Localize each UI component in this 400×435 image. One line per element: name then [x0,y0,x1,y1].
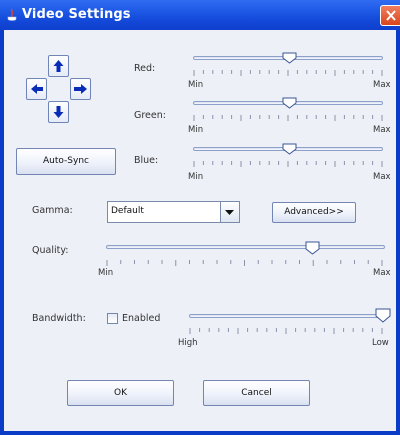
quality-slider-ticks [106,260,383,266]
green-slider-ticks [193,115,383,121]
red-slider-thumb[interactable] [282,52,297,64]
quality-label: Quality: [32,245,69,256]
move-right-button[interactable] [70,78,91,100]
blue-slider-ticks [193,161,383,167]
gamma-label: Gamma: [32,205,73,216]
title-bar[interactable]: Video Settings [0,0,400,30]
blue-label: Blue: [134,155,159,166]
bandwidth-enabled-label[interactable]: Enabled [122,313,160,324]
move-left-button[interactable] [26,78,47,100]
move-up-button[interactable] [48,55,69,77]
quality-min-label: Min [98,268,114,278]
bandwidth-high-label: High [178,338,198,348]
bandwidth-slider[interactable] [186,308,392,348]
arrow-right-icon [74,84,87,94]
quality-slider-thumb[interactable] [305,241,320,255]
green-label: Green: [134,110,166,121]
blue-slider[interactable] [190,142,390,182]
red-slider-ticks [193,70,383,76]
close-icon [386,10,396,21]
arrow-up-icon [53,60,64,72]
close-button[interactable] [380,5,400,26]
blue-slider-thumb[interactable] [282,143,297,155]
move-down-button[interactable] [48,101,69,123]
gamma-dropdown-button[interactable] [220,202,239,222]
bandwidth-label: Bandwidth: [32,313,86,324]
cancel-button[interactable]: Cancel [203,380,310,406]
green-slider-thumb[interactable] [282,97,297,109]
blue-min-label: Min [188,172,204,182]
red-max-label: Max [373,80,391,90]
bandwidth-low-label: Low [372,338,389,348]
window-title: Video Settings [22,7,131,22]
green-max-label: Max [373,125,391,135]
gamma-select-value: Default [111,206,144,216]
advanced-button[interactable]: Advanced>> [272,202,356,223]
bandwidth-slider-thumb[interactable] [375,308,391,323]
bandwidth-enabled-checkbox[interactable] [107,313,118,324]
gamma-select[interactable]: Default [107,201,240,223]
arrow-down-icon [53,106,64,118]
green-slider[interactable] [190,96,390,136]
bandwidth-slider-ticks [189,328,383,334]
video-settings-window: Video Settings Red: Min Max Green: Min M… [0,0,400,435]
red-slider[interactable] [190,51,390,91]
red-min-label: Min [188,80,204,90]
auto-sync-button[interactable]: Auto-Sync [16,148,116,175]
java-coffee-icon [7,8,17,21]
ok-button[interactable]: OK [67,380,174,406]
quality-slider[interactable] [103,240,390,280]
blue-max-label: Max [373,172,391,182]
arrow-left-icon [31,84,43,94]
quality-max-label: Max [373,268,391,278]
chevron-down-icon [225,210,234,215]
red-label: Red: [134,63,156,74]
dpad-center [48,78,69,100]
green-min-label: Min [188,125,204,135]
window-border [0,431,400,435]
